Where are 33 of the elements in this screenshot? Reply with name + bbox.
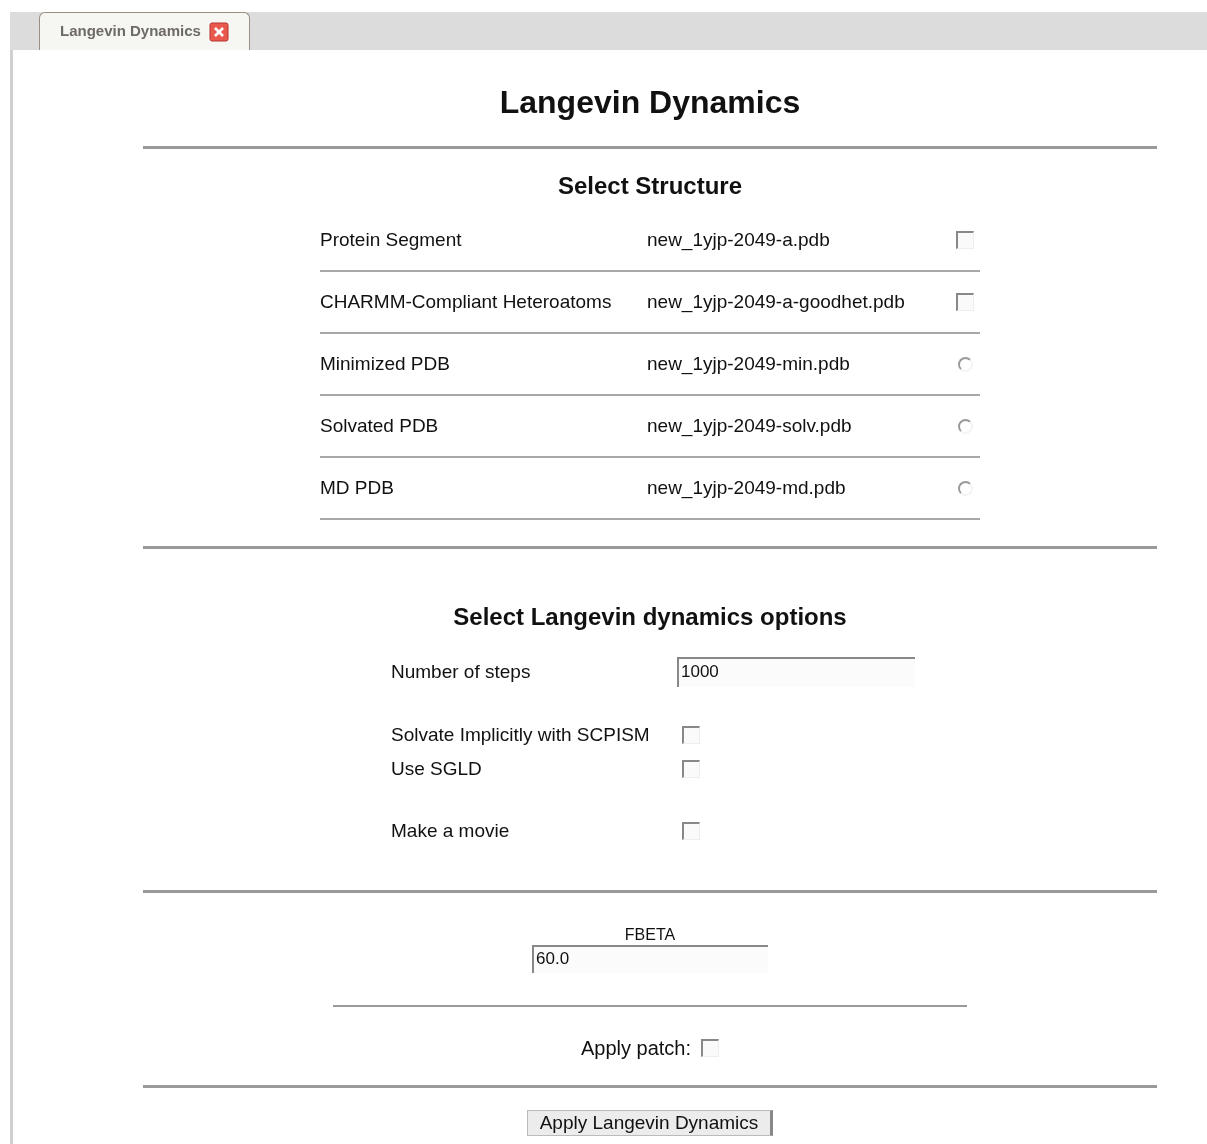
row-label: MD PDB	[320, 475, 395, 500]
row-label: Minimized PDB	[320, 351, 451, 376]
option-label: Solvate Implicitly with SCPISM	[391, 722, 651, 747]
tab[interactable]: Langevin Dynamics	[39, 12, 250, 50]
apply-button[interactable]: Apply Langevin Dynamics	[526, 1110, 774, 1136]
option-label: Use SGLD	[391, 756, 483, 781]
radio-button[interactable]	[957, 356, 973, 372]
checkbox[interactable]	[956, 293, 974, 311]
file-name: new_1yjp-2049-md.pdb	[647, 475, 847, 501]
fbeta-field[interactable]: 60.0	[532, 945, 768, 973]
checkbox[interactable]	[701, 1039, 720, 1057]
checkbox[interactable]	[682, 726, 700, 744]
steps-field[interactable]: 1000	[677, 657, 915, 687]
field-label: Number of steps	[391, 659, 532, 684]
option-label: Apply patch:	[580, 1036, 692, 1061]
checkbox[interactable]	[956, 231, 974, 249]
section-heading: Select Langevin dynamics options	[453, 602, 847, 632]
option-label: Make a movie	[391, 818, 511, 843]
page-title: Langevin Dynamics	[499, 83, 801, 122]
file-name: new_1yjp-2049-a.pdb	[647, 227, 831, 253]
file-name: new_1yjp-2049-min.pdb	[647, 351, 851, 377]
file-name: new_1yjp-2049-solv.pdb	[647, 413, 853, 439]
close-icon[interactable]	[208, 21, 229, 42]
row-label: CHARMM-Compliant Heteroatoms	[320, 289, 613, 314]
radio-button[interactable]	[957, 480, 973, 496]
checkbox[interactable]	[682, 822, 700, 840]
checkbox[interactable]	[682, 760, 700, 778]
file-name: new_1yjp-2049-a-goodhet.pdb	[647, 289, 906, 315]
radio-button[interactable]	[957, 418, 973, 434]
row-label: Protein Segment	[320, 227, 463, 252]
row-label: Solvated PDB	[320, 413, 440, 438]
field-label: FBETA	[624, 925, 676, 945]
section-heading: Select Structure	[557, 171, 743, 201]
